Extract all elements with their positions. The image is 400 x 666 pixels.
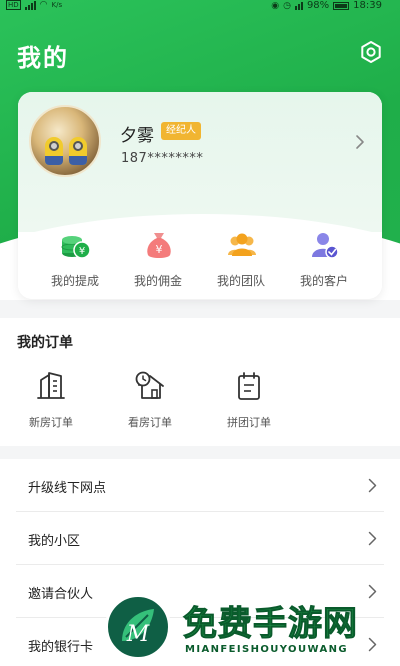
hd-badge: HD [6,0,21,10]
team-icon [228,233,256,256]
menu-label: 邀请合伙人 [28,587,94,602]
settings-button[interactable] [360,41,382,63]
customer-icon [312,233,339,259]
wifi-icon: ◠ [39,0,48,10]
avatar-figure-1-goggle [49,141,59,151]
order-viewing[interactable]: 看房订单 [110,370,190,436]
order-group-buy[interactable]: 拼团订单 [209,370,289,436]
user-name: 夕雾 [120,126,154,146]
money-bag-icon: ¥ [147,233,171,258]
watermark: M 免费手游网 MIANFEISHOUYOUWANG [105,594,400,666]
clock-time: 18:39 [353,0,382,11]
stat-commission[interactable]: ¥ 我的提成 [35,230,115,292]
order-new-house[interactable]: 新房订单 [11,370,91,436]
chevron-right-icon[interactable] [355,134,365,150]
alarm-icon: ◷ [283,0,291,11]
stat-label: 我的团队 [216,274,265,288]
order-label: 看房订单 [128,416,172,429]
coin-stack-icon: ¥ [61,236,91,259]
status-bar: HD ◠ K/s ◉ ◷ 98% 18:39 [0,0,400,12]
menu-my-community[interactable]: 我的小区 [0,512,400,565]
house-clock-icon [135,371,164,399]
network-speed: K/s [51,1,63,9]
order-label: 拼团订单 [227,416,271,429]
menu-label: 我的银行卡 [28,640,94,655]
svg-text:¥: ¥ [156,243,163,256]
role-badge: 经纪人 [161,122,201,140]
chevron-right-icon [368,531,377,546]
profile-card: 夕雾 经纪人 187******** ¥ 我的提成 ¥ 我的佣金 我的团队 我的… [18,92,382,299]
stat-label: 我的佣金 [133,274,182,288]
stat-brokerage[interactable]: ¥ 我的佣金 [118,230,198,292]
watermark-subtitle: MIANFEISHOUYOUWANG [185,644,348,655]
building-icon [37,372,65,399]
watermark-title: 免费手游网 [183,604,358,645]
stat-label: 我的客户 [299,274,348,288]
avatar-figure-2-pants [69,156,87,165]
svg-text:M: M [126,622,150,647]
profile-header[interactable]: 夕雾 经纪人 187******** [18,92,382,299]
orders-section: 我的订单 新房订单 看房订单 拼团订单 [0,318,400,446]
stat-label: 我的提成 [50,274,99,288]
menu-upgrade-outlet[interactable]: 升级线下网点 [0,459,400,512]
menu-label: 升级线下网点 [28,481,107,496]
order-label: 新房订单 [29,416,73,429]
svg-text:¥: ¥ [79,246,85,257]
calendar-list-icon [238,372,260,400]
avatar[interactable] [29,105,101,177]
watermark-logo: M [105,594,171,660]
avatar-figure-1-pants [45,156,63,165]
battery-percent: 98% [306,0,330,11]
orders-title: 我的订单 [17,335,73,351]
menu-label: 我的小区 [28,534,81,549]
eye-icon: ◉ [271,0,280,11]
user-phone: 187******** [121,151,204,166]
gear-icon [361,41,381,63]
stat-team[interactable]: 我的团队 [201,230,281,292]
chevron-right-icon [368,478,377,493]
leaf-logo-icon: M [122,609,154,647]
signal-icon [24,0,36,10]
cell-signal-icon [294,1,303,10]
avatar-figure-2-goggle [73,141,83,151]
stat-customers[interactable]: 我的客户 [284,230,364,292]
page-title: 我的 [17,44,69,72]
battery-icon [333,1,350,10]
